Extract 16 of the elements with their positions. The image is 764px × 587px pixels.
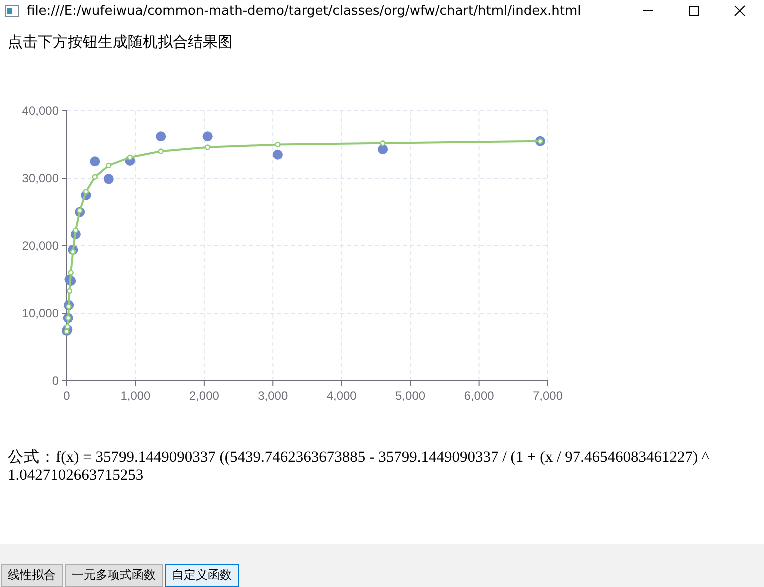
x-tick-label: 7,000 <box>532 389 564 403</box>
x-tick-label: 0 <box>64 389 70 403</box>
x-tick-label: 2,000 <box>189 389 220 403</box>
y-tick-label: 20,000 <box>22 239 59 253</box>
x-tick-label: 5,000 <box>396 389 426 403</box>
page-heading: 点击下方按钮生成随机拟合结果图 <box>8 33 234 53</box>
y-tick-label: 40,000 <box>22 104 59 118</box>
x-tick-label: 1,000 <box>120 389 151 403</box>
y-tick-label: 10,000 <box>22 306 59 320</box>
y-tick-label: 30,000 <box>22 172 59 186</box>
formula-text: 公式：f(x) = 35799.1449090337 ((5439.7462363673885 - 35799.1449090337 / (1 + (x / 97.46546083461227) ^ 1.0427102663715253 <box>8 449 710 486</box>
x-tick-label: 6,000 <box>464 389 494 403</box>
window-title: file:///E:/wufeiwua/common-math-demo/target/classes/org/wfw/chart/html/index.html <box>27 4 582 18</box>
y-tick-label: 0 <box>52 374 59 388</box>
x-tick-label: 4,000 <box>326 389 357 403</box>
x-tick-label: 3,000 <box>258 389 288 403</box>
